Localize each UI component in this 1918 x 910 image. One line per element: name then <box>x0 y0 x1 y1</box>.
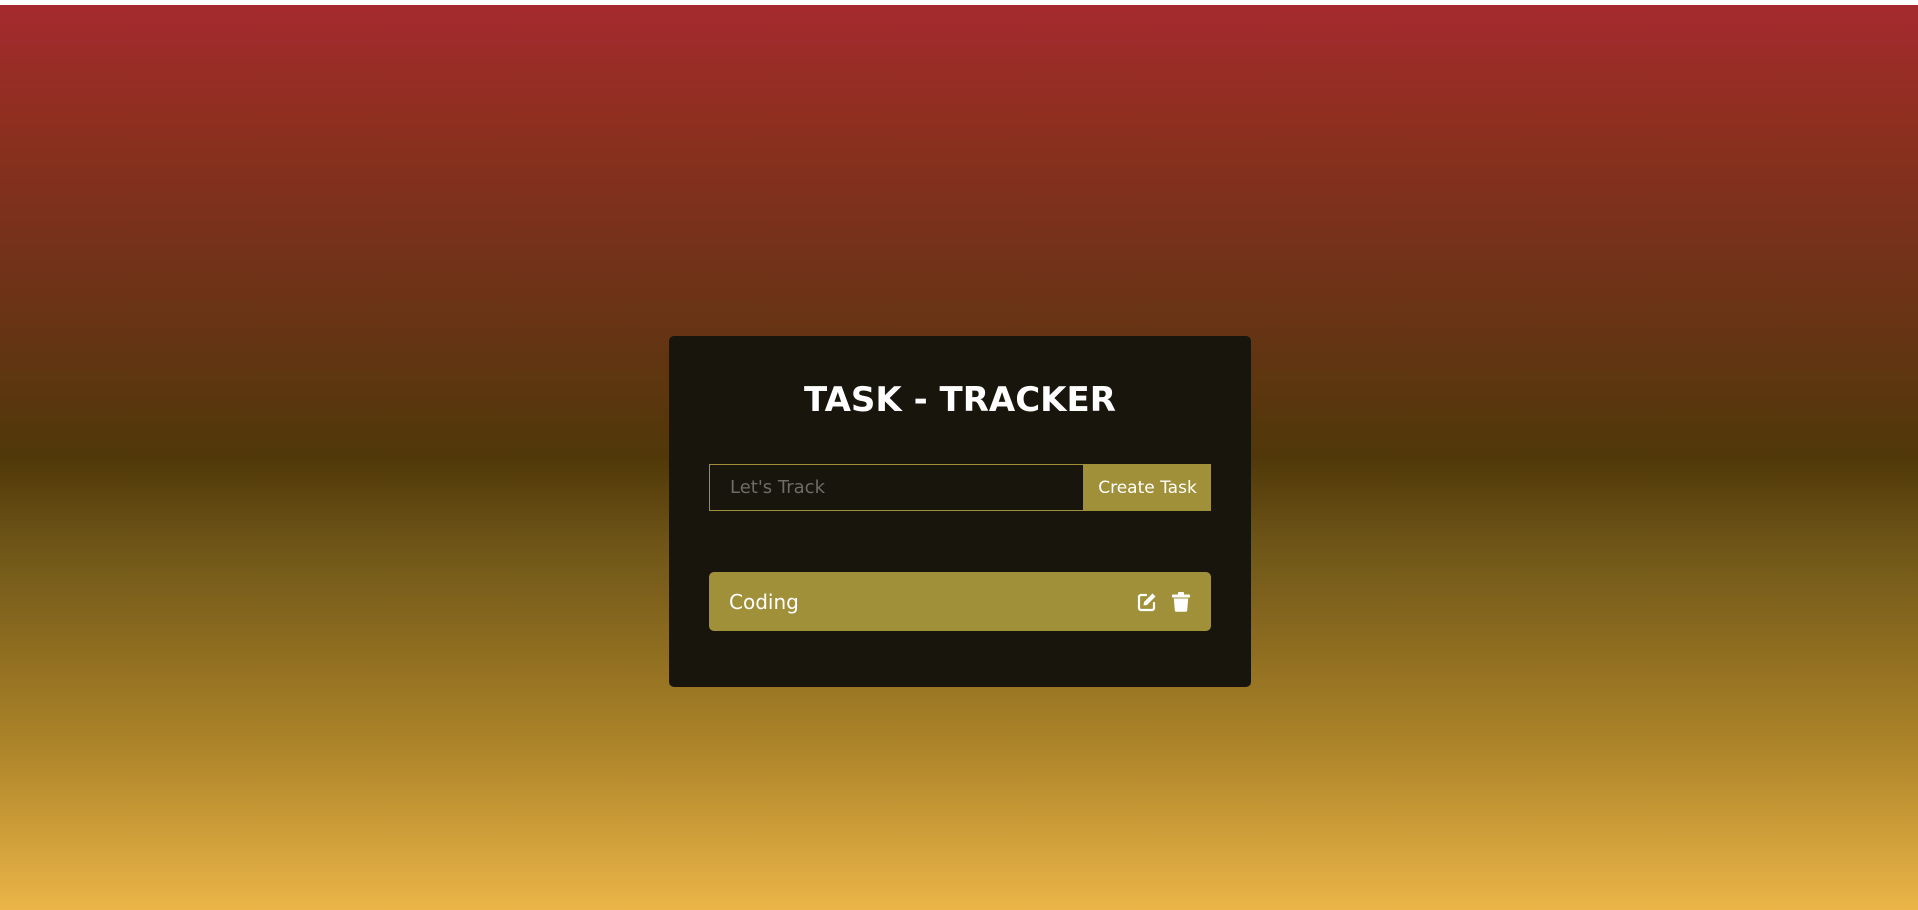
task-input[interactable] <box>709 464 1084 511</box>
app-background: TASK - TRACKER Create Task Coding <box>0 5 1918 910</box>
edit-icon[interactable] <box>1137 592 1157 612</box>
task-actions <box>1137 591 1191 612</box>
trash-icon[interactable] <box>1171 591 1191 612</box>
task-item: Coding <box>709 572 1211 631</box>
task-label: Coding <box>729 589 799 614</box>
task-form: Create Task <box>709 464 1211 511</box>
create-task-button[interactable]: Create Task <box>1084 464 1211 511</box>
page-title: TASK - TRACKER <box>804 380 1116 420</box>
task-tracker-card: TASK - TRACKER Create Task Coding <box>669 336 1251 687</box>
